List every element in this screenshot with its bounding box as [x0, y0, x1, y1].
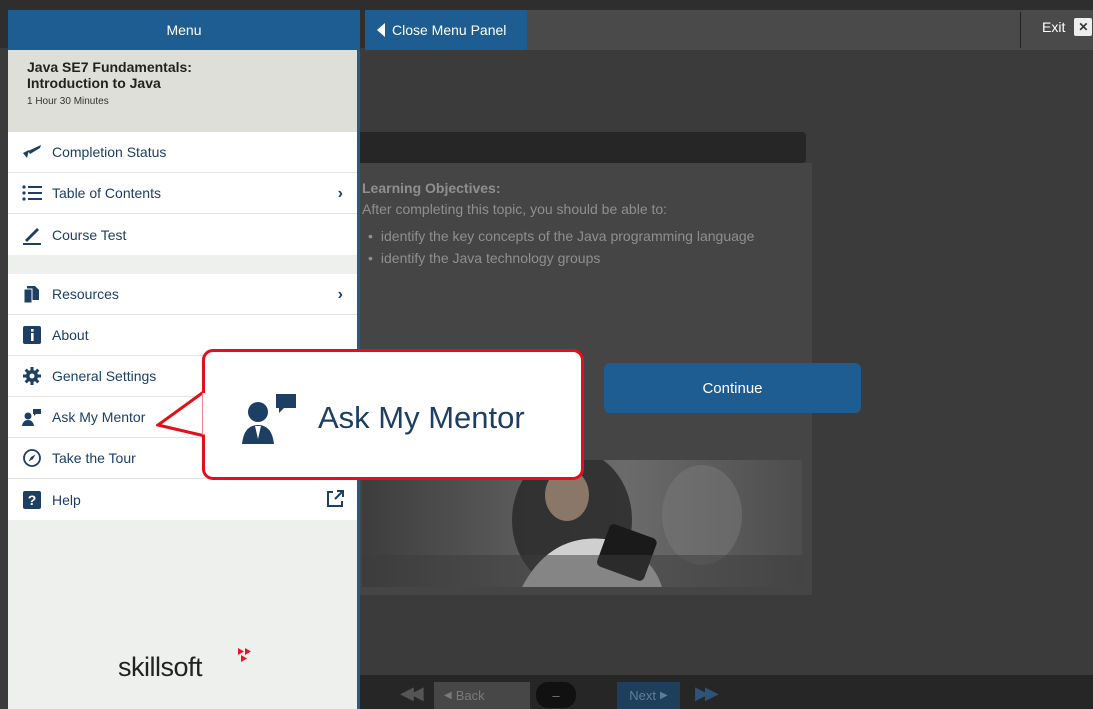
objectives-list: identify the key concepts of the Java pr…	[362, 228, 755, 272]
exit-button[interactable]: Exit ✕	[1042, 18, 1093, 36]
menu-item-label: Completion Status	[52, 144, 167, 160]
exit-label: Exit	[1042, 19, 1066, 35]
callout-pointer-mask	[202, 393, 208, 435]
menu-panel-title: Menu	[8, 10, 360, 50]
logo-text: skillsoft	[118, 652, 203, 682]
course-title-line2: Introduction to Java	[27, 75, 161, 91]
top-bar-fill	[527, 10, 1093, 50]
close-menu-panel-button[interactable]: Close Menu Panel	[365, 10, 527, 50]
caret-left-icon	[377, 23, 385, 37]
menu-item-label: Ask My Mentor	[52, 409, 146, 425]
help-icon: ?	[22, 490, 42, 510]
next-button[interactable]: Next ▶	[617, 682, 680, 709]
skip-back-icon[interactable]: ◀◀	[400, 683, 424, 704]
menu-item-label: Resources	[52, 286, 119, 302]
skillsoft-logo: skillsoft	[118, 648, 251, 683]
menu-item-label: Table of Contents	[52, 185, 161, 201]
back-button[interactable]: ◀ Back	[434, 682, 530, 709]
close-icon: ✕	[1074, 18, 1093, 36]
course-title: Java SE7 Fundamentals: Introduction to J…	[27, 59, 247, 91]
page-indicator: –	[536, 682, 576, 708]
completion-check-icon	[22, 142, 42, 162]
caret-right-icon: ▶	[660, 690, 668, 701]
callout-label: Ask My Mentor	[318, 400, 525, 435]
menu-item-resources[interactable]: Resources ›	[8, 274, 357, 315]
menu-group-primary: Completion Status Table of Contents › Co…	[8, 132, 357, 255]
pencil-icon	[22, 225, 42, 245]
chevron-right-icon: ›	[337, 286, 343, 303]
logo-arrows-icon	[238, 648, 251, 662]
caret-left-icon: ◀	[444, 690, 452, 701]
menu-item-course-test[interactable]: Course Test	[8, 214, 357, 255]
menu-item-completion-status[interactable]: Completion Status	[8, 132, 357, 173]
continue-button[interactable]: Continue	[604, 363, 861, 413]
course-info: Java SE7 Fundamentals: Introduction to J…	[8, 50, 357, 132]
external-link-icon	[325, 489, 345, 512]
mentor-icon	[22, 407, 42, 427]
menu-item-label: Take the Tour	[52, 450, 136, 466]
info-icon	[22, 325, 42, 345]
mentor-icon	[242, 392, 298, 449]
menu-item-label: General Settings	[52, 368, 157, 384]
list-icon	[22, 183, 42, 203]
menu-item-help[interactable]: ? Help	[8, 479, 357, 520]
objective-item: identify the Java technology groups	[362, 250, 754, 266]
content-header-bar	[340, 132, 806, 163]
objectives-title: Learning Objectives:	[362, 180, 501, 196]
next-label: Next	[629, 688, 657, 703]
objectives-intro: After completing this topic, you should …	[362, 201, 668, 217]
menu-item-label: Course Test	[52, 226, 127, 243]
menu-item-label: About	[52, 327, 89, 343]
objective-item: identify the key concepts of the Java pr…	[362, 228, 755, 244]
skip-forward-icon[interactable]: ▶▶	[695, 683, 719, 704]
close-menu-panel-label: Close Menu Panel	[392, 22, 507, 38]
menu-item-table-of-contents[interactable]: Table of Contents ›	[8, 173, 357, 214]
course-title-line1: Java SE7 Fundamentals:	[27, 59, 192, 75]
chevron-right-icon: ›	[337, 185, 343, 202]
course-duration: 1 Hour 30 Minutes	[27, 96, 109, 107]
back-label: Back	[455, 688, 485, 703]
gear-icon	[22, 366, 42, 386]
svg-text:?: ?	[28, 492, 37, 508]
menu-item-label: Help	[52, 491, 81, 508]
compass-icon	[22, 448, 42, 468]
exit-divider	[1020, 12, 1021, 48]
documents-icon	[22, 284, 42, 304]
